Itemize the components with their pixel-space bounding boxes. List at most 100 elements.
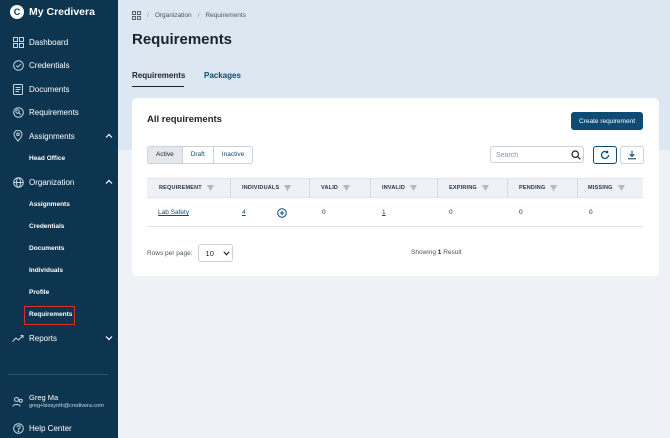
requirements-icon bbox=[12, 106, 24, 118]
sidebar-subitem-assignments[interactable]: Assignments bbox=[29, 200, 70, 210]
column-valid[interactable]: VALID bbox=[321, 179, 350, 197]
sidebar-item-label: Assignments bbox=[29, 131, 75, 141]
sidebar-item-label: Credentials bbox=[29, 60, 70, 70]
column-requirement[interactable]: REQUIREMENT bbox=[159, 179, 214, 197]
search-input[interactable] bbox=[496, 149, 566, 161]
card-title: All requirements bbox=[147, 114, 222, 125]
filter-draft[interactable]: Draft bbox=[182, 147, 214, 163]
filter-icon[interactable] bbox=[550, 185, 557, 191]
location-pin-icon bbox=[12, 130, 24, 142]
column-expiring[interactable]: EXPIRING bbox=[449, 179, 489, 197]
user-group-icon bbox=[12, 397, 23, 407]
sidebar-item-help-center[interactable]: Help Center bbox=[0, 420, 118, 436]
user-email: greg+biosynth@credivera.com bbox=[29, 403, 104, 409]
column-invalid[interactable]: INVALID bbox=[382, 179, 417, 197]
sidebar-subitem-requirements[interactable]: Requirements bbox=[29, 310, 72, 320]
grid-icon[interactable] bbox=[132, 10, 141, 20]
filter-icon[interactable] bbox=[410, 185, 417, 191]
sidebar-item-credentials[interactable]: Credentials bbox=[0, 57, 118, 73]
filter-icon[interactable] bbox=[482, 185, 489, 191]
sidebar-subitem-documents[interactable]: Documents bbox=[29, 244, 64, 254]
filter-icon[interactable] bbox=[207, 185, 214, 191]
sidebar-item-documents[interactable]: Documents bbox=[0, 81, 118, 97]
requirements-card: All requirements Create requirement Acti… bbox=[132, 98, 659, 276]
column-pending[interactable]: PENDING bbox=[519, 179, 557, 197]
sidebar-item-reports[interactable]: Reports bbox=[0, 330, 118, 346]
pending-count: 0 bbox=[519, 209, 523, 216]
main-content: / Organization / Requirements Requiremen… bbox=[118, 0, 670, 438]
chevron-down-icon bbox=[222, 251, 230, 256]
search-icon[interactable] bbox=[571, 150, 581, 160]
search-box bbox=[490, 146, 584, 163]
column-divider bbox=[230, 179, 231, 197]
chevron-down-icon[interactable] bbox=[104, 333, 114, 343]
check-circle-icon bbox=[12, 59, 24, 71]
brand[interactable]: C My Credivera bbox=[10, 4, 95, 20]
sidebar: C My Credivera Dashboard Credentials Doc… bbox=[0, 0, 118, 438]
help-center-label: Help Center bbox=[29, 423, 72, 433]
refresh-button[interactable] bbox=[593, 146, 617, 164]
sidebar-item-label: Organization bbox=[29, 177, 75, 187]
requirement-name-link[interactable]: Lab Safety bbox=[158, 199, 189, 227]
chevron-up-icon[interactable] bbox=[104, 177, 114, 187]
dashboard-icon bbox=[12, 36, 24, 48]
chevron-up-icon[interactable] bbox=[104, 131, 114, 141]
table-row[interactable]: Lab Safety 4 0 1 0 0 0 bbox=[147, 199, 643, 227]
status-filter: Active Draft Inactive bbox=[147, 146, 254, 164]
tab-requirements[interactable]: Requirements bbox=[132, 69, 185, 87]
sidebar-item-label: Documents bbox=[29, 84, 70, 94]
valid-count: 0 bbox=[322, 209, 326, 216]
download-button[interactable] bbox=[620, 146, 644, 164]
sidebar-item-label: Requirements bbox=[29, 107, 79, 117]
column-divider bbox=[437, 179, 438, 197]
filter-icon[interactable] bbox=[284, 185, 291, 191]
column-missing[interactable]: MISSING bbox=[588, 179, 625, 197]
sidebar-subitem-profile[interactable]: Profile bbox=[29, 288, 49, 298]
sidebar-divider bbox=[8, 374, 108, 375]
results-summary: Showing 1 Result bbox=[411, 249, 462, 256]
breadcrumb-requirements: Requirements bbox=[205, 11, 246, 19]
credivera-logo-icon: C bbox=[10, 5, 24, 19]
breadcrumb-organization[interactable]: Organization bbox=[155, 12, 192, 19]
filter-icon[interactable] bbox=[343, 185, 350, 191]
table-header: REQUIREMENT INDIVIDUALS VALID INVALID EX… bbox=[147, 178, 643, 198]
refresh-icon bbox=[600, 150, 610, 160]
column-divider bbox=[507, 179, 508, 197]
sidebar-item-label: Dashboard bbox=[29, 37, 69, 47]
breadcrumb-separator: / bbox=[147, 11, 149, 19]
filter-inactive[interactable]: Inactive bbox=[213, 147, 253, 163]
sidebar-item-assignments[interactable]: Assignments bbox=[0, 128, 118, 144]
invalid-count-link[interactable]: 1 bbox=[382, 199, 386, 227]
column-divider bbox=[577, 179, 578, 197]
document-icon bbox=[12, 83, 24, 95]
column-divider bbox=[370, 179, 371, 197]
globe-icon bbox=[12, 176, 24, 188]
sidebar-item-dashboard[interactable]: Dashboard bbox=[0, 34, 118, 50]
create-requirement-button[interactable]: Create requirement bbox=[571, 112, 643, 130]
filter-icon[interactable] bbox=[618, 185, 625, 191]
sidebar-item-requirements[interactable]: Requirements bbox=[0, 104, 118, 120]
tab-packages[interactable]: Packages bbox=[204, 69, 241, 87]
trend-chart-icon bbox=[12, 332, 24, 344]
breadcrumb-separator: / bbox=[197, 11, 200, 19]
filter-active[interactable]: Active bbox=[148, 147, 183, 163]
page-title: Requirements bbox=[132, 31, 233, 48]
sidebar-item-label: Reports bbox=[29, 333, 58, 343]
missing-count: 0 bbox=[589, 209, 593, 216]
help-icon bbox=[12, 422, 24, 434]
brand-name: My Credivera bbox=[29, 6, 95, 18]
rows-per-page-select[interactable]: 10 bbox=[197, 244, 233, 262]
sidebar-item-organization[interactable]: Organization bbox=[0, 174, 118, 190]
pagination-rows: Rows per page: 10 bbox=[147, 244, 233, 262]
download-icon bbox=[628, 150, 636, 160]
breadcrumb: / Organization / Requirements bbox=[132, 9, 246, 21]
expiring-count: 0 bbox=[449, 209, 453, 216]
individuals-count-link[interactable]: 4 bbox=[242, 199, 246, 227]
add-circle-icon[interactable] bbox=[277, 208, 287, 218]
user-name: Greg Ma bbox=[29, 393, 59, 402]
sidebar-subitem-credentials[interactable]: Credentials bbox=[29, 222, 64, 232]
column-individuals[interactable]: INDIVIDUALS bbox=[242, 179, 291, 197]
column-divider bbox=[309, 179, 310, 197]
sidebar-subitem-individuals[interactable]: Individuals bbox=[29, 266, 63, 276]
sidebar-subitem-head-office[interactable]: Head Office bbox=[29, 154, 65, 164]
